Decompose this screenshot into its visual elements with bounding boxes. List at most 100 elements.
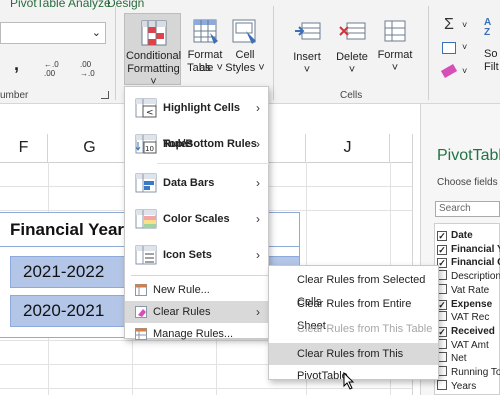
menu-item-top-bottom-rules[interactable]: 10 Top/Bottom Rules › <box>125 126 268 162</box>
menu-item-manage-rules[interactable]: Manage Rules... <box>125 323 268 345</box>
field-label: Expense <box>451 298 493 310</box>
conditional-formatting-label: Conditional <box>125 50 182 62</box>
field-label: Years <box>451 380 477 392</box>
delete-button[interactable]: Delete ˅ <box>333 13 371 85</box>
svg-text:10: 10 <box>145 145 154 153</box>
conditional-formatting-button[interactable]: Conditional Formatting ˅ <box>124 13 182 88</box>
field-label: VAT Amt <box>451 339 489 351</box>
format-as-table-label-2: Table ˅ <box>187 62 223 74</box>
field-item[interactable]: VAT Rec <box>437 311 500 324</box>
number-group-label: umber <box>0 90 29 101</box>
checkbox-checked-icon[interactable]: ✓ <box>437 244 447 255</box>
chevron-right-icon: › <box>256 212 260 226</box>
field-label: Financial Ye <box>451 243 500 255</box>
top-bottom-icon: 10 <box>135 134 157 154</box>
chevron-right-icon: › <box>256 137 260 151</box>
column-header-f[interactable]: F <box>0 134 48 162</box>
clear-rules-selected-cells[interactable]: Clear Rules from Selected Cells <box>269 269 438 308</box>
chevron-down-icon[interactable]: ˅ <box>462 66 467 76</box>
field-item[interactable]: Vat Rate <box>437 283 500 297</box>
icon-sets-icon <box>135 245 157 265</box>
format-label: Format <box>377 49 413 61</box>
delete-dropdown-arrow: ˅ <box>348 64 356 76</box>
conditional-formatting-menu: < Highlight Cells Rules › 10 Top/Bottom … <box>124 86 269 340</box>
clear-rules-this-pivottable[interactable]: Clear Rules from This PivotTable <box>269 343 438 382</box>
field-label: Vat Rate <box>451 284 490 296</box>
chevron-right-icon: › <box>256 176 260 190</box>
column-header-j[interactable]: J <box>306 134 390 162</box>
field-item[interactable]: ✓ Expense <box>437 298 500 311</box>
sort-filter-button[interactable]: AZ So Filt <box>482 18 500 78</box>
color-scales-icon <box>135 209 157 229</box>
chevron-right-icon: › <box>256 305 260 319</box>
sort-filter-icon: AZ <box>484 17 492 38</box>
format-icon <box>384 20 406 42</box>
increase-decimal-button[interactable]: ←.0.00 <box>44 60 64 78</box>
menu-label: Top/Bottom Rules <box>163 138 257 150</box>
clear-rules-entire-sheet[interactable]: Clear Rules from Entire Sheet <box>269 293 438 332</box>
field-item[interactable]: Description <box>437 270 500 283</box>
insert-dropdown-arrow: ˅ <box>303 64 311 76</box>
conditional-formatting-icon <box>141 20 167 46</box>
manage-rules-icon <box>135 328 147 340</box>
highlight-cells-icon: < <box>135 98 157 118</box>
insert-icon <box>295 22 321 40</box>
menu-item-data-bars[interactable]: Data Bars › <box>125 165 268 201</box>
format-button[interactable]: Format ˅ <box>376 13 414 85</box>
menu-label: Icon Sets <box>163 249 212 261</box>
delete-icon <box>339 22 366 40</box>
sort-filter-label-2: Filt <box>484 61 499 73</box>
decrease-decimal-button[interactable]: .00 →.0 <box>80 60 100 78</box>
chevron-down-icon: ⌄ <box>91 27 101 39</box>
menu-item-new-rule[interactable]: New Rule... <box>125 279 268 301</box>
chevron-down-icon[interactable]: ˅ <box>462 42 467 52</box>
pane-subtitle: Choose fields to <box>437 177 500 188</box>
menu-label: Data Bars <box>163 177 215 189</box>
dialog-launcher-icon[interactable] <box>101 91 109 99</box>
number-format-dropdown[interactable]: ⌄ <box>0 22 106 44</box>
menu-item-icon-sets[interactable]: Icon Sets › <box>125 237 268 273</box>
field-item[interactable]: ✓Financial Qt <box>437 256 500 269</box>
tab-pivottable-analyze[interactable]: PivotTable Analyze <box>10 0 111 10</box>
fill-button[interactable] <box>442 42 456 54</box>
comma-style-button[interactable]: , <box>14 54 19 75</box>
clear-button[interactable] <box>440 64 458 78</box>
insert-button[interactable]: Insert ˅ <box>288 13 326 85</box>
field-label: Net <box>451 353 467 365</box>
mouse-cursor-icon <box>343 372 355 390</box>
field-label: Date <box>451 230 473 241</box>
chevron-right-icon: › <box>256 248 260 262</box>
format-as-table-button[interactable]: Format as Table ˅ <box>181 13 229 85</box>
clear-rules-this-table[interactable]: Clear Rules from This Table <box>269 318 438 340</box>
field-item[interactable]: Net <box>437 352 500 365</box>
field-search-placeholder: Search <box>439 203 471 214</box>
menu-label: New Rule... <box>153 284 210 296</box>
menu-label: Clear Rules <box>153 306 211 318</box>
autosum-button[interactable]: Σ <box>444 16 454 34</box>
field-item[interactable]: ✓ Date <box>437 229 500 242</box>
tab-design[interactable]: Design <box>107 0 144 10</box>
field-item[interactable]: ✓ Received <box>437 325 500 338</box>
field-search-input[interactable]: Search <box>435 201 500 217</box>
field-label: Running Tot <box>451 367 500 378</box>
column-header-g[interactable]: G <box>48 134 132 162</box>
field-item[interactable]: ✓ Financial Ye <box>437 243 500 256</box>
field-item[interactable]: Running Tot <box>437 366 500 379</box>
sort-filter-label: So <box>484 48 498 60</box>
menu-item-clear-rules[interactable]: Clear Rules › <box>125 301 268 323</box>
cell-styles-icon <box>232 19 256 44</box>
checkbox-icon[interactable] <box>437 379 447 390</box>
menu-item-color-scales[interactable]: Color Scales › <box>125 201 268 237</box>
pane-title: PivotTable <box>437 147 500 164</box>
field-item[interactable]: Years <box>437 379 500 393</box>
chevron-down-icon[interactable]: ˅ <box>462 20 467 30</box>
menu-item-highlight-cells-rules[interactable]: < Highlight Cells Rules › <box>125 90 268 150</box>
pivot-header: Financial Year <box>10 220 125 239</box>
field-item[interactable]: VAT Amt <box>437 338 500 352</box>
field-label: Description <box>451 271 500 283</box>
field-label: Received <box>451 325 495 337</box>
cell-styles-button[interactable]: Cell Styles ˅ <box>225 13 265 85</box>
checkbox-checked-icon[interactable]: ✓ <box>437 231 447 241</box>
new-rule-icon <box>135 284 147 296</box>
format-as-table-icon <box>193 19 218 44</box>
